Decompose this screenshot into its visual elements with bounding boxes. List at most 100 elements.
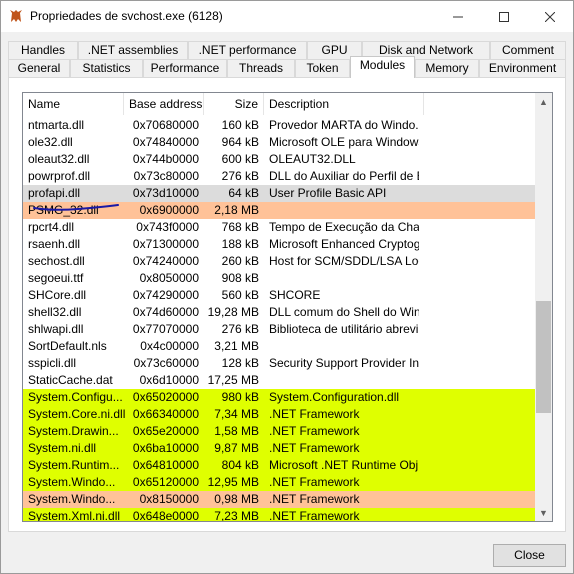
module-name-cell: SortDefault.nls — [28, 339, 107, 353]
description-cell: System.Configuration.dll — [269, 390, 400, 404]
table-row[interactable]: profapi.dll 0x73d10000 64 kB User Profile B… — [23, 185, 535, 202]
scroll-thumb[interactable] — [536, 301, 551, 413]
tab-comment[interactable]: Comment — [490, 41, 566, 60]
table-row[interactable]: StaticCache.dat 0x6d10000 17,25 MB — [23, 372, 535, 389]
description-cell: .NET Framework — [269, 407, 360, 421]
modules-list[interactable]: Name Base address Size Description ntmar… — [22, 92, 553, 522]
column-header-size[interactable]: Size — [204, 93, 264, 115]
tab-label: Disk and Network — [378, 43, 474, 57]
table-row[interactable]: System.ni.dll 0x6ba10000 9,87 MB .NET Frame… — [23, 440, 535, 457]
scroll-down-button[interactable]: ▼ — [535, 504, 552, 521]
maximize-icon — [499, 11, 509, 22]
hand-drawn-underline — [33, 204, 119, 211]
description-cell: Provedor MARTA do Windo... — [269, 118, 419, 132]
tab-label: GPU — [321, 43, 348, 57]
description-cell — [269, 372, 419, 389]
description-cell: Microsoft OLE para Windows — [269, 135, 419, 149]
module-name-cell: ole32.dll — [28, 135, 73, 149]
base-address-cell: 0x65e20000 — [132, 424, 199, 438]
table-row[interactable]: oleaut32.dll 0x744b0000 600 kB OLEAUT32.DLL — [23, 151, 535, 168]
window-title: Propriedades de svchost.exe (6128) — [30, 9, 223, 23]
tab-modules[interactable]: Modules — [350, 56, 415, 78]
table-row[interactable]: System.Core.ni.dll 0x66340000 7,34 MB .NET … — [23, 406, 535, 423]
scroll-up-button[interactable]: ▲ — [535, 93, 552, 110]
tab-token[interactable]: Token — [295, 59, 350, 78]
tab-handles[interactable]: Handles — [8, 41, 78, 60]
table-row[interactable]: System.Windo... 0x65120000 12,95 MB .NET Fr… — [23, 474, 535, 491]
table-row[interactable]: System.Configu... 0x65020000 980 kB System.… — [23, 389, 535, 406]
module-name-cell: System.Drawin... — [28, 424, 119, 438]
close-button[interactable]: Close — [493, 544, 566, 567]
tab-threads[interactable]: Threads — [227, 59, 295, 78]
vertical-scrollbar[interactable]: ▲ ▼ — [535, 93, 552, 521]
base-address-cell: 0x70680000 — [132, 118, 199, 132]
base-address-cell: 0x74240000 — [132, 254, 199, 268]
module-name-cell: System.ni.dll — [28, 441, 97, 455]
size-cell: 1,58 MB — [214, 424, 259, 438]
size-cell: 160 kB — [221, 118, 259, 132]
table-row[interactable]: sechost.dll 0x74240000 260 kB Host for SCM/… — [23, 253, 535, 270]
base-address-cell: 0x66340000 — [132, 407, 199, 421]
size-cell: 600 kB — [221, 152, 259, 166]
base-address-cell: 0x73c60000 — [133, 356, 199, 370]
description-cell: Microsoft .NET Runtime Obj... — [269, 458, 419, 472]
column-header-name[interactable]: Name — [23, 93, 124, 115]
table-row[interactable]: rsaenh.dll 0x71300000 188 kB Microsoft Enha… — [23, 236, 535, 253]
tab-statistics[interactable]: Statistics — [70, 59, 143, 78]
title-bar[interactable]: Propriedades de svchost.exe (6128) — [1, 1, 573, 32]
tab-performance[interactable]: Performance — [143, 59, 227, 78]
tab-environment[interactable]: Environment — [479, 59, 566, 78]
table-row[interactable]: System.Drawin... 0x65e20000 1,58 MB .NET Fr… — [23, 423, 535, 440]
tab-net-performance[interactable]: .NET performance — [188, 41, 307, 60]
module-name-cell: System.Runtim... — [28, 458, 120, 472]
size-cell: 9,87 MB — [214, 441, 259, 455]
table-row[interactable]: ntmarta.dll 0x70680000 160 kB Provedor MART… — [23, 117, 535, 134]
table-row[interactable]: SortDefault.nls 0x4c00000 3,21 MB — [23, 338, 535, 355]
table-row[interactable]: shlwapi.dll 0x77070000 276 kB Biblioteca de… — [23, 321, 535, 338]
base-address-cell: 0x6ba10000 — [132, 441, 199, 455]
minimize-button[interactable] — [435, 1, 481, 32]
column-header-base-address[interactable]: Base address — [124, 93, 204, 115]
tab-net-assemblies[interactable]: .NET assemblies — [78, 41, 188, 60]
tab-label: .NET performance — [198, 43, 297, 57]
table-row[interactable]: segoeui.ttf 0x8050000 908 kB — [23, 270, 535, 287]
size-cell: 276 kB — [221, 169, 259, 183]
size-cell: 276 kB — [221, 322, 259, 336]
base-address-cell: 0x8050000 — [139, 271, 199, 285]
base-address-cell: 0x73d10000 — [132, 186, 199, 200]
description-cell: DLL comum do Shell do Wind... — [269, 305, 419, 319]
size-cell: 980 kB — [221, 390, 259, 404]
base-address-cell: 0x74290000 — [132, 288, 199, 302]
table-row[interactable]: System.Xml.ni.dll 0x648e0000 7,23 MB .NET F… — [23, 508, 535, 522]
tab-label: Token — [306, 61, 339, 75]
table-row[interactable]: powrprof.dll 0x73c80000 276 kB DLL do Auxil… — [23, 168, 535, 185]
table-row[interactable]: rpcrt4.dll 0x743f0000 768 kB Tempo de Execu… — [23, 219, 535, 236]
size-cell: 12,95 MB — [207, 475, 259, 489]
description-cell: User Profile Basic API — [269, 186, 387, 200]
close-window-button[interactable] — [527, 1, 573, 32]
size-cell: 908 kB — [221, 271, 259, 285]
description-cell — [269, 270, 419, 287]
module-name-cell: shlwapi.dll — [28, 322, 84, 336]
table-row[interactable]: ole32.dll 0x74840000 964 kB Microsoft OLE p… — [23, 134, 535, 151]
table-row[interactable]: sspicli.dll 0x73c60000 128 kB Security Supp… — [23, 355, 535, 372]
table-row[interactable]: System.Windo... 0x8150000 0,98 MB .NET Fram… — [23, 491, 535, 508]
description-cell: Security Support Provider In... — [269, 356, 419, 370]
description-cell: .NET Framework — [269, 509, 360, 522]
tab-memory[interactable]: Memory — [415, 59, 479, 78]
tab-general[interactable]: General — [8, 59, 70, 78]
table-row[interactable]: SHCore.dll 0x74290000 560 kB SHCORE — [23, 287, 535, 304]
size-cell: 2,18 MB — [214, 203, 259, 217]
description-cell — [269, 202, 419, 219]
column-header-description[interactable]: Description — [264, 93, 424, 115]
table-row[interactable]: System.Runtim... 0x64810000 804 kB Microsof… — [23, 457, 535, 474]
minimize-icon — [453, 16, 463, 17]
process-hacker-icon — [10, 10, 22, 22]
base-address-cell: 0x74840000 — [132, 135, 199, 149]
tab-label: Handles — [20, 43, 66, 57]
size-cell: 560 kB — [221, 288, 259, 302]
table-row[interactable]: shell32.dll 0x74d60000 19,28 MB DLL comum d… — [23, 304, 535, 321]
module-name-cell: oleaut32.dll — [28, 152, 90, 166]
description-cell: Microsoft Enhanced Cryptog... — [269, 237, 419, 251]
maximize-button[interactable] — [481, 1, 527, 32]
